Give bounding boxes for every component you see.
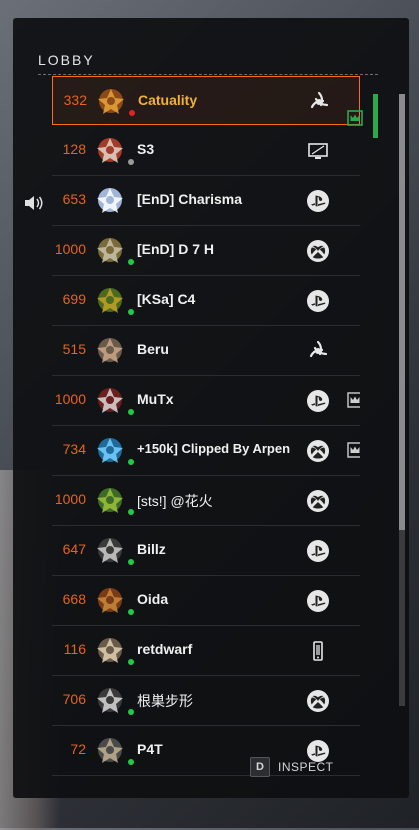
- player-name[interactable]: [sts!] @花火: [137, 491, 307, 511]
- player-emblem-icon: [97, 438, 123, 463]
- player-row[interactable]: 128 S3: [52, 126, 360, 176]
- presence-status-dot: [128, 409, 134, 415]
- title-divider: [38, 74, 378, 75]
- player-emblem-icon: [97, 538, 123, 563]
- player-level: 647: [62, 541, 86, 557]
- player-row[interactable]: 699 [KSa] C4: [52, 276, 360, 326]
- player-level: 734: [62, 441, 86, 457]
- player-emblem-icon: [97, 388, 123, 413]
- player-row[interactable]: 647 Billz: [52, 526, 360, 576]
- player-name[interactable]: Catuality: [138, 92, 308, 108]
- presence-status-dot: [128, 559, 134, 565]
- xbox-icon: [307, 490, 329, 512]
- player-level: 699: [62, 291, 86, 307]
- player-row[interactable]: 668 Oida: [52, 576, 360, 626]
- player-level: 668: [62, 591, 86, 607]
- scrollbar-thumb[interactable]: [399, 94, 405, 530]
- player-emblem-icon: [97, 288, 123, 313]
- playstation-icon: [307, 540, 329, 562]
- player-name[interactable]: [EnD] Charisma: [137, 191, 307, 207]
- player-emblem-icon: [97, 238, 123, 263]
- player-row[interactable]: 1000 [EnD] D 7 H: [52, 226, 360, 276]
- player-row[interactable]: 332 Catuality: [52, 76, 360, 125]
- presence-status-dot: [128, 659, 134, 665]
- player-emblem-icon: [97, 638, 123, 663]
- player-row[interactable]: 734 +150k] Clipped By Arpen: [52, 426, 360, 476]
- presence-status-dot: [128, 509, 134, 515]
- selected-row-accent: [373, 94, 378, 138]
- presence-status-dot: [129, 110, 135, 116]
- inspect-prompt[interactable]: D INSPECT: [250, 756, 334, 778]
- player-level: 332: [63, 92, 87, 108]
- xbox-icon: [307, 440, 329, 462]
- playstation-icon: [307, 390, 329, 412]
- player-name[interactable]: [EnD] D 7 H: [137, 241, 307, 257]
- presence-status-dot: [128, 259, 134, 265]
- battlenet-icon: [309, 340, 328, 358]
- player-level: 72: [70, 741, 86, 757]
- player-level: 128: [62, 141, 86, 157]
- player-row[interactable]: 116 retdwarf: [52, 626, 360, 676]
- party-crown-icon: [347, 392, 360, 408]
- player-emblem-icon: [97, 188, 123, 213]
- xbox-icon: [307, 240, 329, 262]
- inspect-key: D: [250, 757, 270, 777]
- battlenet-icon: [310, 91, 329, 109]
- presence-status-dot: [128, 709, 134, 715]
- player-name[interactable]: MuTx: [137, 391, 307, 407]
- xbox-icon: [307, 690, 329, 712]
- player-level: 515: [62, 341, 86, 357]
- player-emblem-icon: [98, 89, 124, 114]
- player-emblem-icon: [97, 588, 123, 613]
- party-leader-crown-icon: [347, 110, 363, 126]
- player-emblem-icon: [97, 338, 123, 363]
- player-name[interactable]: P4T: [137, 741, 307, 757]
- player-level: 116: [63, 641, 86, 657]
- player-emblem-icon: [97, 488, 123, 513]
- inspect-label: INSPECT: [278, 760, 334, 774]
- playstation-icon: [307, 190, 329, 212]
- player-level: 653: [62, 191, 86, 207]
- presence-status-dot: [128, 309, 134, 315]
- player-row[interactable]: 515 Beru: [52, 326, 360, 376]
- player-level: 706: [62, 691, 86, 707]
- party-crown-icon: [347, 442, 360, 458]
- player-level: 1000: [54, 241, 86, 257]
- player-row[interactable]: 1000 MuTx: [52, 376, 360, 426]
- player-emblem-icon: [97, 138, 123, 163]
- player-row[interactable]: 653 [EnD] Charisma: [52, 176, 360, 226]
- player-name[interactable]: 根巣步形: [137, 691, 307, 711]
- pc-monitor-icon: [308, 143, 328, 159]
- player-emblem-icon: [97, 688, 123, 713]
- presence-status-dot: [128, 159, 134, 165]
- player-name[interactable]: +150k] Clipped By Arpen: [137, 441, 307, 456]
- player-name[interactable]: retdwarf: [137, 641, 307, 657]
- presence-status-dot: [128, 459, 134, 465]
- mobile-device-icon: [313, 641, 323, 661]
- player-level: 1000: [54, 491, 86, 507]
- presence-status-dot: [128, 759, 134, 765]
- playstation-icon: [307, 290, 329, 312]
- player-level: 1000: [54, 391, 86, 407]
- player-name[interactable]: [KSa] C4: [137, 291, 307, 307]
- player-name[interactable]: S3: [137, 141, 307, 157]
- playstation-icon: [307, 590, 329, 612]
- presence-status-dot: [128, 609, 134, 615]
- lobby-title: LOBBY: [38, 52, 95, 68]
- player-name[interactable]: Billz: [137, 541, 307, 557]
- player-name[interactable]: Beru: [137, 341, 307, 357]
- player-row[interactable]: 1000 [sts!] @花火: [52, 476, 360, 526]
- player-emblem-icon: [97, 738, 123, 763]
- lobby-panel: LOBBY 332 Catuality 128 S3 653 [EnD] Charisma…: [13, 18, 409, 798]
- player-list[interactable]: 332 Catuality 128 S3 653 [EnD] Charisma 1000 [E…: [52, 76, 360, 798]
- player-name[interactable]: Oida: [137, 591, 307, 607]
- player-row[interactable]: 706 根巣步形: [52, 676, 360, 726]
- speaker-icon: [25, 196, 43, 210]
